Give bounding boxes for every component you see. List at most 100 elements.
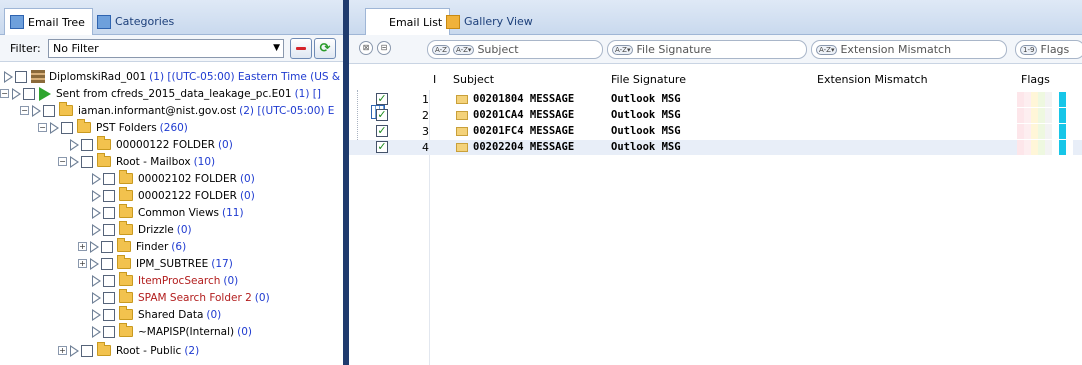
folder-icon: [119, 170, 133, 184]
expand-triangle-icon[interactable]: [92, 172, 101, 185]
table-row[interactable]: ✓ 4 00202204 MESSAGE Outlook MSG: [349, 140, 1082, 155]
tab-email-tree[interactable]: Email Tree: [4, 8, 93, 35]
tree-node-label: ItemProcSearch: [138, 274, 221, 287]
tree-node-folder[interactable]: Shared Data (0): [92, 306, 221, 323]
expand-triangle-icon[interactable]: [90, 240, 99, 253]
expand-triangle-icon[interactable]: [92, 189, 101, 202]
expand-triangle-icon[interactable]: [92, 274, 101, 287]
tree-checkbox[interactable]: [103, 172, 115, 185]
expand-triangle-icon[interactable]: [70, 155, 79, 168]
expand-triangle-icon[interactable]: [50, 121, 59, 134]
envelope-icon: [456, 127, 468, 136]
tree-checkbox[interactable]: [103, 325, 115, 338]
expand-triangle-icon[interactable]: [90, 257, 99, 270]
tree-node-pst-folders[interactable]: − PST Folders (260): [38, 119, 188, 136]
column-header-file-signature[interactable]: File Signature: [611, 73, 686, 86]
expand-toggle-icon[interactable]: +: [78, 259, 87, 268]
column-filter-row: ⊠ ⊟ A-Z A-Z▾ Subject A-Z▾ File Signature…: [349, 35, 1082, 64]
expand-triangle-icon[interactable]: [32, 104, 41, 117]
row-checkbox[interactable]: ✓: [376, 109, 388, 121]
expand-triangle-icon[interactable]: [70, 138, 79, 151]
tree-node-folder[interactable]: ~MAPISP(Internal) (0): [92, 323, 252, 340]
folder-icon: [59, 102, 73, 116]
tree-node-folder[interactable]: Common Views (11): [92, 204, 244, 221]
tree-checkbox[interactable]: [101, 257, 113, 270]
expand-toggle-icon[interactable]: −: [58, 157, 67, 166]
tree-node-ost[interactable]: − iaman.informant@nist.gov.ost (2) [(UTC…: [20, 102, 334, 119]
row-checkbox[interactable]: ✓: [376, 141, 388, 153]
expand-toggle-icon[interactable]: +: [78, 242, 87, 251]
refresh-filter-button[interactable]: ⟳: [314, 38, 336, 59]
tab-email-list[interactable]: Email List: [365, 8, 451, 119]
column-header-flags[interactable]: Flags: [1021, 73, 1050, 86]
expand-toggle-icon[interactable]: −: [38, 123, 47, 132]
tree-checkbox[interactable]: [103, 274, 115, 287]
tree-checkbox[interactable]: [103, 189, 115, 202]
tab-gallery-view[interactable]: Gallery View: [441, 8, 540, 35]
expand-triangle-icon[interactable]: [4, 70, 13, 83]
folder-icon: [119, 306, 133, 320]
tree-node-root-public[interactable]: + Root - Public (2): [58, 342, 199, 359]
expand-toggle-icon[interactable]: −: [0, 89, 9, 98]
tree-checkbox[interactable]: [103, 308, 115, 321]
subject-filter[interactable]: A-Z A-Z▾ Subject: [427, 40, 603, 59]
filter-dropdown[interactable]: No Filter ▼: [48, 39, 284, 58]
flags-filter[interactable]: 1-9 Flags: [1015, 40, 1082, 59]
table-row[interactable]: ✓ 2 00201CA4 MESSAGE Outlook MSG: [349, 108, 1082, 123]
tree-checkbox[interactable]: [81, 155, 93, 168]
expand-toggle-icon[interactable]: −: [20, 106, 29, 115]
expand-triangle-icon[interactable]: [92, 308, 101, 321]
folder-icon: [117, 255, 131, 269]
column-header-extension-mismatch[interactable]: Extension Mismatch: [817, 73, 928, 86]
tree-node-count: (0): [217, 138, 233, 151]
tree-checkbox[interactable]: [103, 291, 115, 304]
refresh-icon: ⟳: [319, 41, 331, 56]
table-row[interactable]: ✓ 1 00201804 MESSAGE Outlook MSG: [349, 92, 1082, 107]
column-header-subject[interactable]: Subject: [453, 73, 494, 86]
subject-filter-label: Subject: [477, 43, 519, 56]
expand-triangle-icon[interactable]: [92, 223, 101, 236]
tab-categories[interactable]: Categories: [92, 8, 181, 35]
tree-checkbox[interactable]: [23, 87, 35, 100]
tree-checkbox[interactable]: [103, 206, 115, 219]
tree-node-folder[interactable]: 00002102 FOLDER (0): [92, 170, 255, 187]
tree-node-evidence[interactable]: − Sent from cfreds_2015_data_leakage_pc.…: [0, 85, 321, 102]
tree-checkbox[interactable]: [61, 121, 73, 134]
tree-checkbox[interactable]: [103, 223, 115, 236]
expand-triangle-icon[interactable]: [92, 206, 101, 219]
collapse-icon[interactable]: ⊟: [377, 41, 391, 55]
tree-node-folder[interactable]: + IPM_SUBTREE (17): [78, 255, 233, 272]
tree-checkbox[interactable]: [81, 344, 93, 357]
extension-mismatch-filter[interactable]: A-Z▾ Extension Mismatch: [811, 40, 1007, 59]
file-signature-filter[interactable]: A-Z▾ File Signature: [607, 40, 807, 59]
row-checkbox[interactable]: ✓: [376, 93, 388, 105]
tree-node-folder[interactable]: 00000122 FOLDER (0): [70, 136, 233, 153]
tree-node-count: (0): [239, 189, 255, 202]
tree-node-folder[interactable]: 00002122 FOLDER (0): [92, 187, 255, 204]
row-checkbox[interactable]: ✓: [376, 125, 388, 137]
expand-triangle-icon[interactable]: [92, 325, 101, 338]
tab-email-list-label: Email List: [389, 15, 443, 29]
tree-node-folder[interactable]: Drizzle (0): [92, 221, 192, 238]
clear-filter-button[interactable]: [290, 38, 312, 59]
folder-icon: [119, 289, 133, 303]
tree-node-label: Sent from cfreds_2015_data_leakage_pc.E0…: [56, 87, 292, 100]
expand-triangle-icon[interactable]: [70, 344, 79, 357]
column-header-index[interactable]: I: [433, 73, 436, 86]
tree-checkbox[interactable]: [43, 104, 55, 117]
expand-toggle-icon[interactable]: +: [58, 346, 67, 355]
clear-filters-icon[interactable]: ⊠: [359, 41, 373, 55]
envelope-icon: [456, 111, 468, 120]
tree-node-folder[interactable]: + Finder (6): [78, 238, 186, 255]
tree-checkbox[interactable]: [81, 138, 93, 151]
tree-node-root-mailbox[interactable]: − Root - Mailbox (10): [58, 153, 215, 170]
expand-triangle-icon[interactable]: [92, 291, 101, 304]
tree-node-folder[interactable]: SPAM Search Folder 2 (0): [92, 289, 270, 306]
tree-checkbox[interactable]: [101, 240, 113, 253]
tree-checkbox[interactable]: [15, 70, 27, 83]
table-row[interactable]: ✓ 3 00201FC4 MESSAGE Outlook MSG: [349, 124, 1082, 139]
tree-node-folder[interactable]: ItemProcSearch (0): [92, 272, 238, 289]
flags-filter-label: Flags: [1040, 43, 1070, 56]
tree-node-case[interactable]: DiplomskiRad_001 (1) [(UTC-05:00) Easter…: [4, 68, 351, 85]
expand-triangle-icon[interactable]: [12, 87, 21, 100]
